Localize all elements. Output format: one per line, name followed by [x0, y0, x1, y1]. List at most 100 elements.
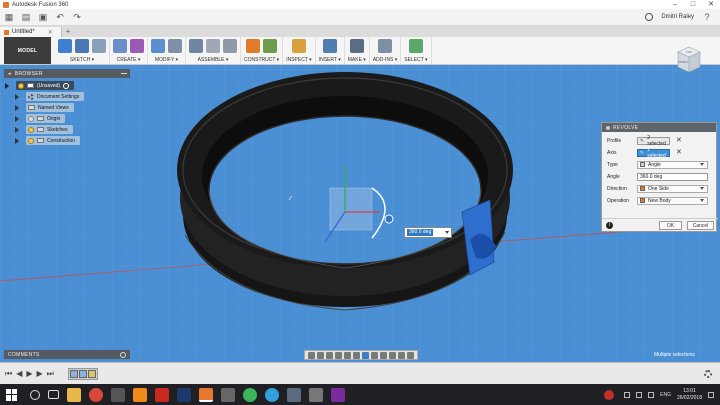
- settings-icon[interactable]: [309, 387, 323, 402]
- tray-app-icon[interactable]: [604, 389, 615, 400]
- display-settings-icon[interactable]: [362, 351, 369, 359]
- origin-plane: [329, 187, 373, 231]
- expand-arrow-icon[interactable]: [5, 82, 9, 89]
- axis-value: 1 selected: [647, 146, 666, 159]
- telegram-icon[interactable]: [265, 387, 279, 402]
- browser-item-document-settings[interactable]: Document Settings: [15, 92, 85, 101]
- expand-arrow-icon[interactable]: [15, 137, 19, 144]
- step-forward-icon[interactable]: ▶: [37, 369, 43, 379]
- angle-value: 360.0 deg: [640, 173, 663, 180]
- visibility-bulb-icon[interactable]: [18, 82, 24, 89]
- angle-manipulator-value[interactable]: 360.0 deg: [407, 229, 434, 236]
- play-icon[interactable]: ▶: [26, 369, 32, 379]
- expand-arrow-icon[interactable]: [15, 93, 19, 100]
- timeline-settings-gear-icon[interactable]: [704, 369, 712, 378]
- viewports-icon[interactable]: [380, 351, 387, 359]
- browser-item-named-views[interactable]: Named Views: [15, 103, 74, 112]
- profile-row: Profile ↖ 2 selected ✕: [602, 135, 718, 147]
- go-to-start-icon[interactable]: ⏮: [5, 369, 12, 379]
- add-comment-icon[interactable]: [120, 351, 126, 358]
- axis-clear-icon[interactable]: ✕: [676, 148, 682, 157]
- chrome-icon[interactable]: [89, 387, 103, 402]
- angle-drag-handle[interactable]: [384, 214, 394, 224]
- task-view-icon[interactable]: [48, 390, 59, 399]
- info-icon[interactable]: i: [606, 221, 613, 229]
- tray-chevron-icon[interactable]: [624, 391, 631, 398]
- whatsapp-icon[interactable]: [243, 387, 257, 402]
- fusion360-taskbar-icon[interactable]: [199, 387, 213, 402]
- windows-start-icon[interactable]: [6, 388, 18, 401]
- file-explorer-icon[interactable]: [67, 387, 81, 402]
- taskbar-time: 13:01: [683, 387, 696, 394]
- timeline-sketch-icon[interactable]: [78, 369, 87, 378]
- profile-select-button[interactable]: ↖ 2 selected: [637, 135, 670, 147]
- calendar-icon[interactable]: [221, 387, 235, 402]
- look-at-icon[interactable]: [317, 351, 324, 359]
- comments-panel-header[interactable]: COMMENTS: [4, 350, 130, 359]
- taskbar-date: 26/02/2018: [676, 394, 702, 401]
- cursor-arrow-icon: ↖: [640, 149, 645, 156]
- timeline-marker-icon[interactable]: [87, 369, 96, 378]
- visibility-bulb-icon[interactable]: [28, 126, 34, 133]
- photoshop-icon[interactable]: [177, 387, 191, 402]
- viewcube[interactable]: TOP FRONT: [676, 45, 702, 75]
- browser-panel-header[interactable]: ◂ BROWSER: [4, 69, 130, 78]
- ok-button[interactable]: OK: [659, 220, 682, 230]
- acrobat-icon[interactable]: [155, 387, 169, 402]
- angle-manipulator-input[interactable]: 360.0 deg: [404, 227, 452, 238]
- angle-input[interactable]: 360.0 deg: [637, 172, 708, 181]
- expand-arrow-icon[interactable]: [15, 104, 19, 111]
- calculator-icon[interactable]: [111, 387, 125, 402]
- profile-label: Profile: [607, 137, 622, 144]
- profile-clear-icon[interactable]: ✕: [676, 136, 682, 145]
- step-back-icon[interactable]: ◀: [16, 369, 22, 379]
- timeline-sketch-icon[interactable]: [69, 369, 78, 378]
- timeline-bar: ⏮ ◀ ▶ ▶ ⏭: [0, 362, 720, 384]
- volume-icon[interactable]: [648, 391, 655, 398]
- network-icon[interactable]: [636, 391, 643, 398]
- chevron-down-icon[interactable]: [445, 231, 449, 234]
- go-to-end-icon[interactable]: ⏭: [47, 369, 54, 379]
- cancel-button[interactable]: Cancel: [687, 220, 714, 230]
- maps-icon[interactable]: [287, 387, 301, 402]
- environment-icon[interactable]: [389, 351, 396, 359]
- revolve-dialog-header[interactable]: REVOLVE: [602, 123, 716, 132]
- fit-icon[interactable]: [353, 351, 360, 359]
- orbit-icon[interactable]: [308, 351, 315, 359]
- browser-item-origin[interactable]: Origin: [15, 114, 66, 123]
- zoom-icon[interactable]: [335, 351, 342, 359]
- direction-dropdown[interactable]: One Side: [637, 184, 708, 193]
- browser-item-label: (Unsaved): [37, 82, 61, 89]
- type-row: Type Angle: [602, 160, 718, 169]
- browser-item-sketches[interactable]: Sketches: [15, 125, 73, 134]
- type-dropdown[interactable]: Angle: [637, 160, 708, 169]
- browser-root-node[interactable]: (Unsaved): [5, 81, 75, 90]
- activate-component-icon[interactable]: [63, 82, 70, 89]
- timeline-features: [67, 367, 98, 380]
- dialog-collapse-icon[interactable]: [606, 125, 610, 130]
- axis-label: Axis: [607, 149, 617, 156]
- visibility-bulb-icon[interactable]: [28, 115, 34, 122]
- language-indicator[interactable]: ENG: [660, 392, 671, 398]
- folder-icon: [37, 127, 44, 132]
- visibility-bulb-icon[interactable]: [28, 137, 34, 144]
- expand-arrow-icon[interactable]: [15, 115, 19, 122]
- search-icon[interactable]: [30, 389, 40, 400]
- vlc-icon[interactable]: [133, 387, 147, 402]
- browser-arrow-icon[interactable]: ◂: [8, 71, 11, 77]
- zoom-window-icon[interactable]: [344, 351, 351, 359]
- axis-select-button[interactable]: ↖ 1 selected: [637, 146, 670, 159]
- expand-arrow-icon[interactable]: [15, 126, 19, 133]
- direction-value: One Side: [648, 185, 669, 192]
- chevron-down-icon: [700, 199, 704, 202]
- browser-collapse-icon[interactable]: [121, 73, 127, 74]
- layout-icon[interactable]: [407, 351, 414, 359]
- operation-dropdown[interactable]: New Body: [637, 196, 708, 205]
- notifications-icon[interactable]: [708, 391, 714, 398]
- pan-icon[interactable]: [326, 351, 333, 359]
- grid-settings-icon[interactable]: [371, 351, 378, 359]
- onenote-icon[interactable]: [331, 387, 345, 402]
- browser-item-construction[interactable]: Construction: [15, 136, 81, 145]
- effects-icon[interactable]: [398, 351, 405, 359]
- taskbar-clock[interactable]: 13:01 26/02/2018: [677, 388, 702, 402]
